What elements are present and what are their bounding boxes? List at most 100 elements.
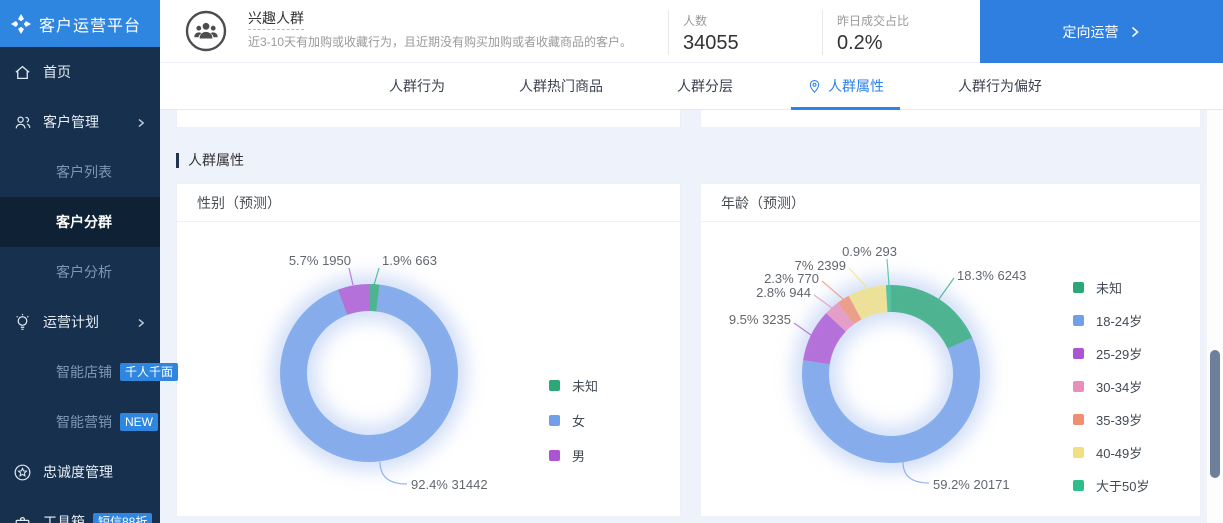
- tab-layering[interactable]: 人群分层: [677, 63, 733, 109]
- slice-callout-age-30-34: 2.8% 944: [756, 285, 811, 300]
- legend-item-age-30-34[interactable]: 30-34岁: [1073, 377, 1149, 396]
- sidebar-item-customer-segments[interactable]: 客户分群: [0, 197, 160, 247]
- stat-label: 昨日成交占比: [837, 14, 910, 28]
- legend-label: 35-39岁: [1096, 413, 1143, 428]
- sidebar-item-label: 客户分群: [56, 214, 112, 230]
- stat-value: 34055: [683, 32, 739, 54]
- scrolled-cards-row: [176, 110, 1201, 128]
- slice-callout-age-40-49: 7% 2399: [795, 258, 846, 273]
- sidebar-item-loyalty-management[interactable]: 忠诚度管理: [0, 447, 160, 497]
- sidebar-item-customer-management[interactable]: 客户管理: [0, 97, 160, 147]
- location-pin-icon: [807, 79, 822, 94]
- legend-swatch: [549, 450, 560, 461]
- tab-behavior-preference[interactable]: 人群行为偏好: [958, 63, 1042, 109]
- sidebar-item-label: 客户管理: [43, 114, 99, 130]
- legend-swatch: [549, 380, 560, 391]
- sidebar-item-toolbox[interactable]: 工具箱 短信88折: [0, 497, 160, 523]
- legend-item-age-50plus[interactable]: 大于50岁: [1073, 476, 1149, 495]
- legend-swatch: [1073, 447, 1084, 458]
- sidebar-item-home[interactable]: 首页: [0, 47, 160, 97]
- legend-label: 18-24岁: [1096, 314, 1143, 329]
- slice-callout-age-50plus: 0.9% 293: [842, 244, 897, 259]
- legend-swatch: [1073, 381, 1084, 392]
- sidebar-item-badge: 短信88折: [93, 513, 153, 523]
- legend-swatch: [1073, 414, 1084, 425]
- sidebar-item-badge: 千人千面: [120, 363, 179, 381]
- group-name: 兴趣人群: [248, 8, 304, 30]
- scrollbar-track[interactable]: [1206, 110, 1223, 523]
- card-partial-left: [176, 110, 681, 128]
- legend-item-unknown[interactable]: 未知: [549, 376, 598, 395]
- legend-swatch: [1073, 348, 1084, 359]
- legend-swatch: [1073, 480, 1084, 491]
- legend-label: 大于50岁: [1096, 479, 1150, 494]
- tab-label: 人群分层: [677, 78, 733, 94]
- targeted-operation-label: 定向运营: [1062, 23, 1119, 40]
- toolbox-icon: [13, 513, 32, 523]
- sidebar-item-customer-analysis[interactable]: 客户分析: [0, 247, 160, 297]
- sidebar-item-label: 首页: [43, 64, 71, 80]
- app-root: 客户运营平台 首页 客户管理 客户列表 客户分群 客户分析 运营计划 智能店铺 千人千面 智能营…: [0, 0, 1223, 523]
- legend-swatch: [1073, 315, 1084, 326]
- section-title-row: 人群属性: [176, 150, 1201, 170]
- sidebar-item-operation-plan[interactable]: 运营计划: [0, 297, 160, 347]
- charts-row: 性别（预测） 1.9% 663 92.4% 31442 5.7% 1950 未知女男 …: [176, 183, 1201, 517]
- legend-item-age-25-29[interactable]: 25-29岁: [1073, 344, 1149, 363]
- legend-item-age-18-24[interactable]: 18-24岁: [1073, 311, 1149, 330]
- tab-label: 人群属性: [828, 78, 884, 94]
- sidebar-nav: 首页客户管理客户列表客户分群客户分析运营计划智能店铺 千人千面 智能营销 NEW 忠诚度…: [0, 47, 179, 523]
- donut-svg: 1.9% 663 92.4% 31442 5.7% 1950: [270, 253, 488, 492]
- tab-behavior[interactable]: 人群行为: [389, 63, 445, 109]
- content-area: 人群属性 性别（预测） 1.9% 663 92.4% 31442 5.7% 1950…: [160, 110, 1223, 523]
- bulb-icon: [13, 313, 32, 332]
- tab-label: 人群行为偏好: [958, 78, 1042, 94]
- sidebar-item-label: 运营计划: [43, 314, 99, 330]
- targeted-operation-button[interactable]: 定向运营: [980, 0, 1223, 63]
- chart-legend: 未知女男: [549, 376, 598, 465]
- legend-label: 25-29岁: [1096, 347, 1143, 362]
- gender-donut-chart: 1.9% 663 92.4% 31442 5.7% 1950 未知女男: [177, 222, 680, 516]
- legend-item-age-40-49[interactable]: 40-49岁: [1073, 443, 1149, 462]
- group-info: 兴趣人群 近3-10天有加购或收藏行为，且近期没有购买加购或者收藏商品的客户。: [248, 8, 668, 51]
- chevron-right-icon: [1131, 26, 1139, 37]
- app-logo-icon: [10, 13, 32, 35]
- sidebar-item-customer-list[interactable]: 客户列表: [0, 147, 160, 197]
- chevron-right-icon: [135, 116, 147, 132]
- users-icon: [13, 113, 32, 132]
- card-partial-right: [700, 110, 1201, 128]
- section-title-bar: [176, 152, 179, 168]
- age-donut-chart: 18.3% 6243 59.2% 20171 9.5% 3235 2.8% 944 2.…: [701, 222, 1200, 516]
- sidebar-item-label: 工具箱: [43, 514, 85, 523]
- slice-callout-female: 92.4% 31442: [411, 477, 488, 492]
- stat-count: 人数 34055: [668, 10, 822, 55]
- legend-item-age-35-39[interactable]: 35-39岁: [1073, 410, 1149, 429]
- stat-value: 0.2%: [837, 32, 883, 54]
- sidebar-item-smart-shop[interactable]: 智能店铺 千人千面: [0, 347, 179, 397]
- gender-chart-card: 性别（预测） 1.9% 663 92.4% 31442 5.7% 1950 未知女男: [176, 183, 681, 517]
- slice-callout-unknown: 1.9% 663: [382, 253, 437, 268]
- tab-label: 人群热门商品: [519, 78, 603, 94]
- group-stats: 人数 34055 昨日成交占比 0.2%: [668, 10, 982, 55]
- group-description: 近3-10天有加购或收藏行为，且近期没有购买加购或者收藏商品的客户。: [248, 35, 633, 49]
- sidebar-item-smart-marketing[interactable]: 智能营销 NEW: [0, 397, 160, 447]
- slice-callout-unknown: 18.3% 6243: [957, 268, 1026, 283]
- chevron-right-icon: [135, 316, 147, 332]
- scrollbar-thumb[interactable]: [1210, 350, 1220, 478]
- tab-hot-products[interactable]: 人群热门商品: [519, 63, 603, 109]
- legend-item-unknown[interactable]: 未知: [1073, 278, 1149, 297]
- app-logo[interactable]: 客户运营平台: [0, 0, 160, 47]
- tab-attributes[interactable]: 人群属性: [791, 63, 900, 110]
- group-summary-header: 兴趣人群 近3-10天有加购或收藏行为，且近期没有购买加购或者收藏商品的客户。 …: [160, 0, 1223, 63]
- legend-item-male[interactable]: 男: [549, 446, 598, 465]
- app-title: 客户运营平台: [39, 17, 142, 35]
- age-chart-card: 年龄（预测） 18.3% 6243 59.2% 20171 9.5% 3235 2.8…: [700, 183, 1201, 517]
- main-area: 兴趣人群 近3-10天有加购或收藏行为，且近期没有购买加购或者收藏商品的客户。 …: [160, 0, 1223, 523]
- legend-label: 女: [572, 414, 586, 429]
- stat-yesterday-deal-ratio: 昨日成交占比 0.2%: [822, 10, 982, 55]
- sidebar-item-label: 智能营销: [56, 414, 112, 430]
- slice-callout-age-35-39: 2.3% 770: [764, 271, 819, 286]
- legend-label: 30-34岁: [1096, 380, 1143, 395]
- legend-item-female[interactable]: 女: [549, 411, 598, 430]
- stat-label: 人数: [683, 14, 708, 28]
- chart-legend: 未知 18-24岁 25-29岁 30-34岁 35-39岁 40-49岁大于50岁: [1073, 278, 1149, 495]
